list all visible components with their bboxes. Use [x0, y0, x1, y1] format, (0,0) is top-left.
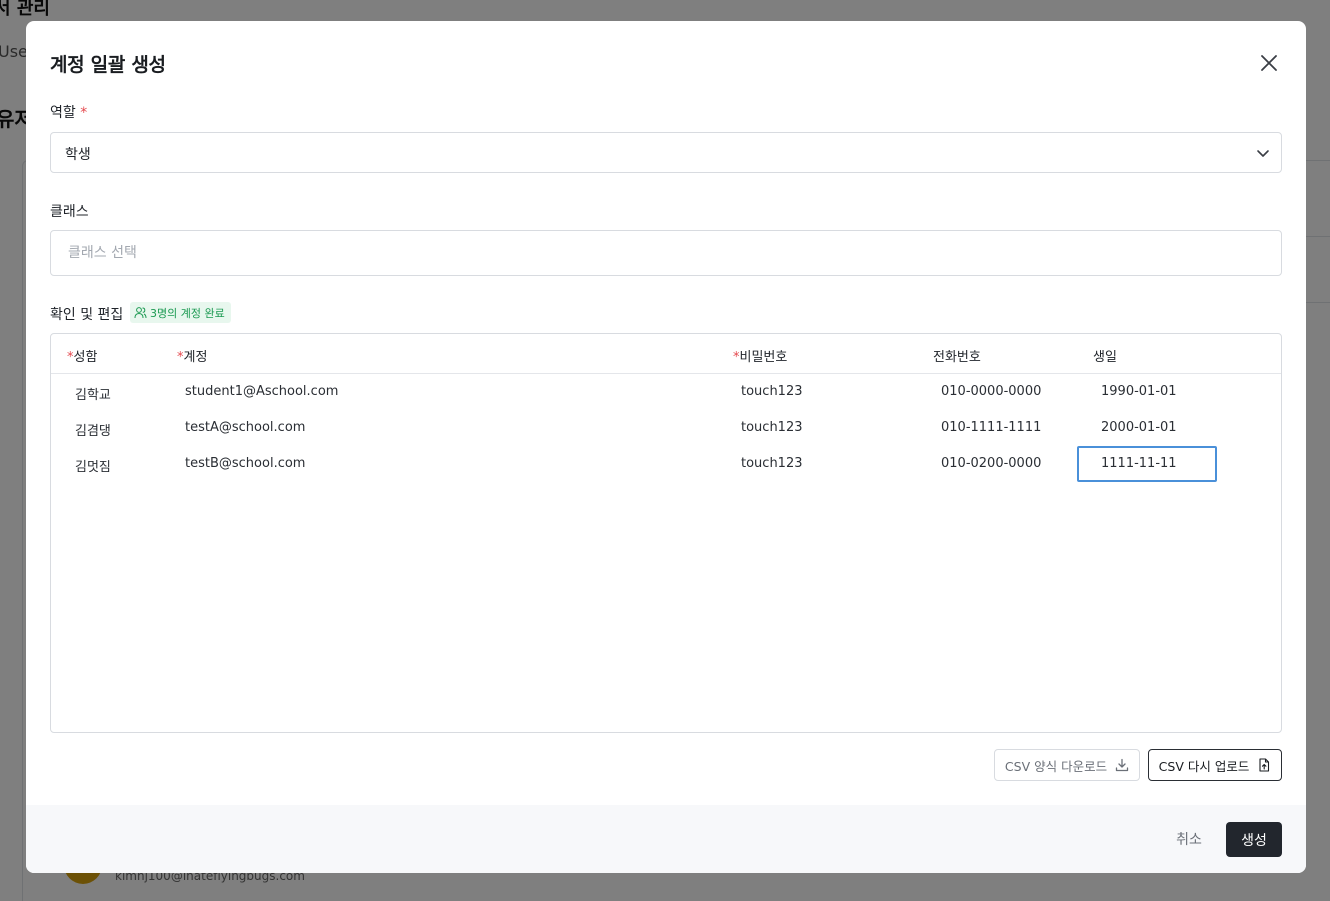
csv-download-label: CSV 양식 다운로드	[1004, 758, 1108, 774]
role-select-value: 학생	[65, 147, 91, 163]
cell-password[interactable]: touch123	[741, 456, 803, 471]
cancel-button[interactable]: 취소	[1166, 823, 1212, 855]
class-label: 클래스	[50, 204, 89, 220]
close-button[interactable]	[1256, 50, 1282, 76]
csv-reupload-label: CSV 다시 업로드	[1158, 758, 1250, 774]
modal-title: 계정 일괄 생성	[50, 54, 166, 76]
chevron-down-icon	[1257, 150, 1269, 157]
active-cell-outline[interactable]	[1077, 446, 1217, 482]
role-select[interactable]: 학생	[50, 132, 1282, 173]
table-header: *성함 *계정 *비밀번호 전화번호 생일	[51, 334, 1281, 374]
cell-birthday[interactable]: 1990-01-01	[1101, 384, 1177, 399]
cell-phone[interactable]: 010-0000-0000	[941, 384, 1041, 399]
status-badge: 3명의 계정 완료	[130, 302, 231, 323]
status-badge-text: 3명의 계정 완료	[150, 306, 225, 320]
csv-reupload-button[interactable]: CSV 다시 업로드	[1148, 749, 1282, 781]
table-row: 김학교 student1@Aschool.com touch123 010-00…	[51, 374, 1281, 410]
users-icon	[134, 307, 147, 319]
cell-account[interactable]: testB@school.com	[185, 456, 305, 471]
class-select-input[interactable]	[50, 230, 1282, 276]
column-header-birthday: 생일	[1093, 350, 1117, 365]
csv-template-download-button[interactable]: CSV 양식 다운로드	[994, 749, 1140, 781]
role-label-text: 역할	[50, 105, 76, 121]
cell-password[interactable]: touch123	[741, 384, 803, 399]
cell-phone[interactable]: 010-1111-1111	[941, 420, 1041, 435]
bulk-account-modal: 계정 일괄 생성 역할 * 학생 클래스 확인 및 편집 3명의 계정 완료 *…	[26, 21, 1306, 873]
review-label: 확인 및 편집	[50, 307, 124, 323]
table-row: 김겸댕 testA@school.com touch123 010-1111-1…	[51, 410, 1281, 446]
column-header-name: *성함	[67, 350, 98, 365]
file-upload-icon	[1259, 758, 1270, 772]
required-mark: *	[80, 105, 88, 121]
cell-name[interactable]: 김겸댕	[75, 420, 111, 439]
column-header-account: *계정	[177, 350, 208, 365]
column-header-password: *비밀번호	[733, 350, 788, 365]
modal-footer: 취소 생성	[26, 805, 1306, 873]
close-icon	[1261, 55, 1277, 71]
cell-name[interactable]: 김멋짐	[75, 456, 111, 475]
cell-phone[interactable]: 010-0200-0000	[941, 456, 1041, 471]
cell-account[interactable]: testA@school.com	[185, 420, 305, 435]
download-icon	[1115, 758, 1129, 772]
cell-password[interactable]: touch123	[741, 420, 803, 435]
column-header-phone: 전화번호	[933, 350, 981, 365]
cell-account[interactable]: student1@Aschool.com	[185, 384, 338, 399]
create-button[interactable]: 생성	[1226, 822, 1282, 857]
cell-birthday[interactable]: 2000-01-01	[1101, 420, 1177, 435]
accounts-table: *성함 *계정 *비밀번호 전화번호 생일 김학교 student1@Ascho…	[50, 333, 1282, 733]
cell-name[interactable]: 김학교	[75, 384, 111, 403]
role-label: 역할 *	[50, 102, 87, 122]
